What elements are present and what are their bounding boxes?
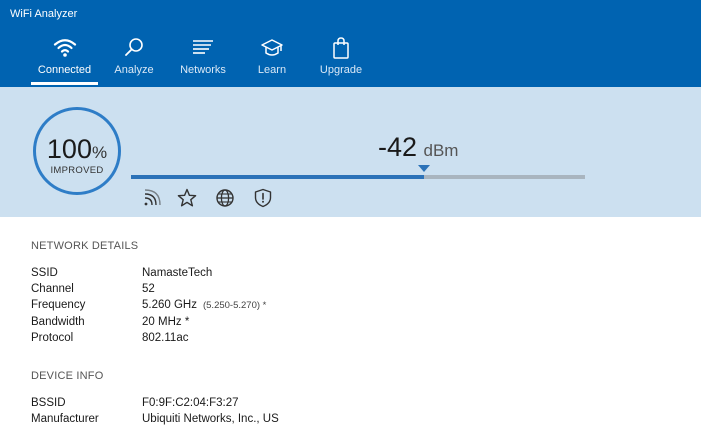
signal-panel: 100% IMPROVED -42 dBm <box>0 87 701 217</box>
detail-label: SSID <box>31 267 58 279</box>
detail-value: NamasteTech <box>142 267 213 279</box>
tab-analyze-label: Analyze <box>114 64 154 76</box>
wifi-icon <box>53 39 76 57</box>
detail-value: 20 MHz * <box>142 316 190 328</box>
detail-value-group: 5.260 GHz (5.250-5.270) * <box>142 299 266 311</box>
globe-icon[interactable] <box>214 187 236 209</box>
detail-value: 802.11ac <box>142 332 189 344</box>
tab-analyze[interactable]: Analyze <box>108 34 160 87</box>
tab-networks-label: Networks <box>180 64 226 76</box>
detail-row-channel: Channel 52 <box>31 283 631 299</box>
signal-icon[interactable] <box>141 187 163 209</box>
link-quality-unit: % <box>91 143 108 162</box>
signal-strength-readout: -42 dBm <box>378 132 458 163</box>
tab-learn-label: Learn <box>257 64 287 76</box>
signal-strength-value: -42 <box>378 132 418 162</box>
star-icon[interactable] <box>176 187 198 209</box>
magnifier-icon <box>125 38 143 56</box>
graduation-cap-icon <box>261 39 283 56</box>
tab-networks[interactable]: Networks <box>175 34 231 87</box>
detail-value: 5.260 GHz <box>142 299 197 311</box>
detail-row-ssid: SSID NamasteTech <box>31 267 631 283</box>
detail-label: Channel <box>31 283 74 295</box>
detail-label: Frequency <box>31 299 86 311</box>
tab-upgrade-label: Upgrade <box>319 64 363 76</box>
signal-strength-bar <box>131 165 585 179</box>
tab-upgrade[interactable]: Upgrade <box>316 34 366 87</box>
networks-icon <box>193 40 213 54</box>
link-quality-value: 100% <box>46 134 108 164</box>
frequency-range: (5.250-5.270) * <box>202 300 267 311</box>
main-nav: Connected Analyze Networks Learn Upgrade <box>0 0 701 87</box>
detail-value: 52 <box>142 283 155 295</box>
shield-icon[interactable] <box>252 187 274 209</box>
detail-label: Manufacturer <box>31 413 99 425</box>
signal-strength-fill <box>131 175 424 179</box>
detail-value: F0:9F:C2:04:F3:27 <box>142 397 239 409</box>
device-info-title: DEVICE INFO <box>31 370 104 382</box>
signal-strength-unit: dBm <box>423 141 459 160</box>
detail-row-frequency: Frequency 5.260 GHz (5.250-5.270) * <box>31 299 631 315</box>
active-tab-indicator <box>31 82 98 85</box>
signal-strength-marker <box>417 165 430 172</box>
app-header: WiFi Analyzer Connected Analyze Networks… <box>0 0 701 87</box>
link-quality-gauge: 100% IMPROVED <box>33 107 121 195</box>
detail-label: BSSID <box>31 397 66 409</box>
detail-row-manufacturer: Manufacturer Ubiquiti Networks, Inc., US <box>31 413 631 429</box>
detail-row-bandwidth: Bandwidth 20 MHz * <box>31 316 631 332</box>
detail-label: Bandwidth <box>31 316 85 328</box>
tab-connected-label: Connected <box>37 64 92 76</box>
detail-label: Protocol <box>31 332 74 344</box>
tab-learn[interactable]: Learn <box>252 34 292 87</box>
link-quality-status: IMPROVED <box>50 165 104 176</box>
shopping-bag-icon <box>333 37 349 59</box>
detail-value: Ubiquiti Networks, Inc., US <box>142 413 279 425</box>
network-details-title: NETWORK DETAILS <box>31 240 139 252</box>
detail-row-protocol: Protocol 802.11ac <box>31 332 631 348</box>
tab-connected[interactable]: Connected <box>31 34 98 87</box>
detail-row-bssid: BSSID F0:9F:C2:04:F3:27 <box>31 397 631 413</box>
